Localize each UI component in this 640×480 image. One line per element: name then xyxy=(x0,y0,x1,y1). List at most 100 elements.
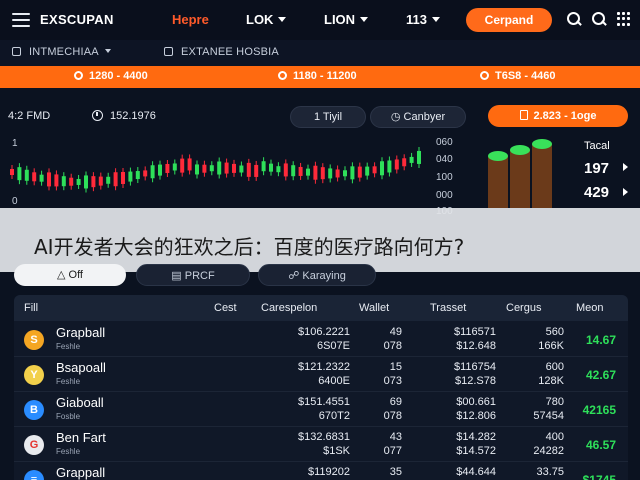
candle-body xyxy=(150,165,155,179)
column-header[interactable]: Wallet xyxy=(359,302,389,314)
ticker-item[interactable]: 1180 - 11200 xyxy=(278,70,357,82)
wallet-value: 43 xyxy=(389,431,402,443)
candle-body xyxy=(24,169,29,181)
column-header[interactable]: Meon xyxy=(576,302,604,314)
ticker-item[interactable]: 1280 - 4400 xyxy=(74,70,148,82)
filter-chip-prcf[interactable]: ▤ PRCF xyxy=(136,264,250,286)
candle-body xyxy=(402,158,407,167)
axis-tick-left: 1 xyxy=(12,138,18,149)
candle-body xyxy=(276,166,281,173)
asset-name[interactable]: Bsapoall xyxy=(56,360,106,375)
wallet-value: 35 xyxy=(389,466,402,478)
candle-body xyxy=(298,166,303,176)
column-header[interactable]: Trasset xyxy=(430,302,466,314)
chevron-down-icon xyxy=(104,49,111,53)
cergus-sub: 57454 xyxy=(533,410,564,422)
candle-body xyxy=(306,168,310,176)
axis-tick-left: 0 xyxy=(12,196,18,207)
ticker-item[interactable]: T6S8 - 4460 xyxy=(480,70,556,82)
carespelon-value: $132.6831 xyxy=(298,431,350,443)
asset-name[interactable]: Giaboall xyxy=(56,395,104,410)
candle-body xyxy=(39,174,44,182)
search-icon[interactable] xyxy=(567,12,581,26)
cergus-sub: 166K xyxy=(538,340,564,352)
candle-body xyxy=(328,168,333,179)
candle-body xyxy=(254,164,259,177)
trasset-sub: $12.806 xyxy=(456,410,496,422)
candle-body xyxy=(172,163,177,171)
trasset-value: $116754 xyxy=(453,361,496,373)
column-header[interactable]: Carespelon xyxy=(261,302,317,314)
candle-body xyxy=(232,163,236,173)
sub-nav: INTMECHIAA EXTANEE HOSBIA xyxy=(0,40,640,66)
cerpand-button[interactable]: Cerpand xyxy=(466,8,552,32)
brand-logo[interactable]: EXSCUPAN xyxy=(40,12,114,27)
trasset-value: $116571 xyxy=(453,326,496,338)
chevron-right-icon[interactable] xyxy=(623,163,628,171)
table-row[interactable]: G Ben Fart Feshle $132.6831 $1SK 43 077 $14.282… xyxy=(14,428,628,462)
volume-bar xyxy=(488,156,508,208)
candle-body xyxy=(343,170,347,177)
axis-tick: 040 xyxy=(436,154,453,165)
column-header[interactable]: Cergus xyxy=(506,302,541,314)
asset-name[interactable]: Ben Fart xyxy=(56,430,106,445)
nav-item-hepre[interactable]: Hepre xyxy=(172,12,209,27)
wallet-value: 69 xyxy=(389,396,402,408)
candle-body xyxy=(10,169,14,175)
timeframe-pill[interactable]: 1 Tiyil xyxy=(290,106,366,128)
meon-value: 14.67 xyxy=(585,333,616,347)
table-row[interactable]: Y Bsapoall Feshle $121.2322 6400E 15 073 $11675… xyxy=(14,358,628,392)
chart-icon: ▤ xyxy=(171,270,185,282)
carespelon-sub: 6400E xyxy=(318,375,350,387)
grid-icon[interactable] xyxy=(617,12,631,26)
candle-body xyxy=(128,171,133,182)
candle-body xyxy=(350,166,355,180)
carespelon-value: $106.2221 xyxy=(298,326,350,338)
candle-body xyxy=(76,178,81,185)
clock-icon xyxy=(92,110,103,121)
column-header[interactable]: Fill xyxy=(24,302,38,314)
candle-body xyxy=(180,158,185,173)
candle-body xyxy=(394,159,399,170)
column-header[interactable]: Cest xyxy=(214,302,237,314)
wallet-sub: 073 xyxy=(383,375,402,387)
filter-chip-off[interactable]: △ Off xyxy=(14,264,126,286)
cergus-value: 400 xyxy=(545,431,564,443)
asset-subtitle: Feshle xyxy=(56,447,81,456)
table-row[interactable]: S Grapball Feshle $106.2221 6S07E 49 078 $11657… xyxy=(14,323,628,357)
nav-item-lok[interactable]: LOK xyxy=(246,12,287,27)
candle-body xyxy=(143,170,148,177)
candlestick-chart[interactable] xyxy=(0,134,430,210)
subnav-item-extanee[interactable]: EXTANEE HOSBIA xyxy=(164,46,279,58)
side-value-1: 197 xyxy=(584,160,610,177)
wallet-value: 49 xyxy=(389,326,402,338)
time-label: 152.1976 xyxy=(110,110,156,122)
table-row[interactable]: ≡ Grappall $119202 35 $44.644 33.75 $1745 xyxy=(14,463,628,480)
side-label: Tacal xyxy=(584,140,610,152)
pin-icon xyxy=(74,71,83,80)
compare-pill[interactable]: ◷ Canbyer xyxy=(370,106,466,128)
volume-bars xyxy=(488,139,552,208)
pin-icon xyxy=(278,71,287,80)
menu-icon[interactable] xyxy=(12,13,30,27)
asset-name[interactable]: Grappall xyxy=(56,465,105,480)
nav-item-lion[interactable]: LION xyxy=(324,12,369,27)
wallet-sub: 078 xyxy=(383,340,402,352)
trasset-value: $14.282 xyxy=(456,431,496,443)
chevron-right-icon[interactable] xyxy=(623,188,628,196)
candle-body xyxy=(61,176,66,187)
candle-body xyxy=(239,165,244,173)
filter-chip-karaying[interactable]: ☍ Karaying xyxy=(258,264,376,286)
chevron-down-icon xyxy=(360,17,369,22)
volume-cap xyxy=(488,151,508,161)
table-row[interactable]: B Giaboall Fosble $151.4551 670T2 69 078 $00.66… xyxy=(14,393,628,427)
subnav-item-intmechiaa[interactable]: INTMECHIAA xyxy=(12,46,111,58)
coin-icon: G xyxy=(24,435,44,455)
asset-subtitle: Feshle xyxy=(56,377,81,386)
search-icon[interactable] xyxy=(592,12,606,26)
candle-body xyxy=(165,163,170,173)
asset-name[interactable]: Grapball xyxy=(56,325,105,340)
range-button[interactable]: 2.823 - 1oge xyxy=(488,105,628,127)
candle-body xyxy=(365,166,370,176)
nav-item-113[interactable]: 113 xyxy=(406,12,440,27)
